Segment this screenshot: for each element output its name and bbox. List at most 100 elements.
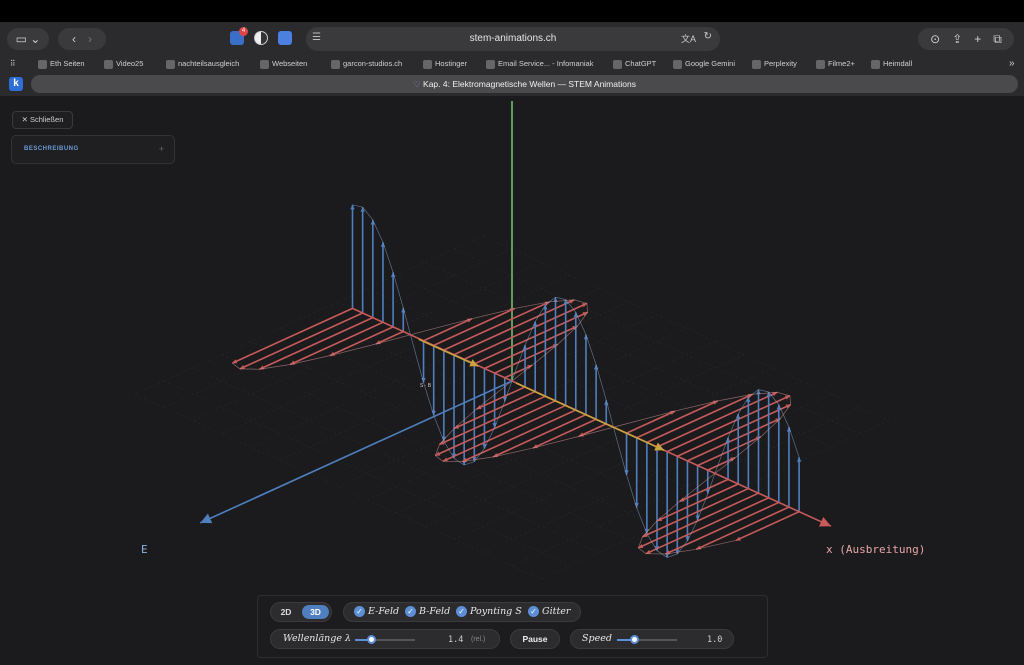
grid-line — [366, 288, 774, 474]
wavelength-slider-knob[interactable] — [366, 635, 376, 644]
bookmark-item[interactable]: Filme2+ — [816, 58, 855, 70]
url-text: stem-animations.ch — [469, 33, 557, 44]
e-field-arrow — [645, 497, 769, 555]
bookmark-item[interactable]: Video25 — [104, 58, 143, 70]
shield-extension-icon[interactable]: 4 — [230, 27, 248, 45]
bookmark-icon — [752, 59, 761, 69]
e-field-arrow — [239, 312, 363, 370]
bookmark-icon — [816, 59, 825, 69]
bookmark-item[interactable]: Webseiten — [260, 58, 307, 70]
field-legend-text: S · B — [420, 383, 432, 389]
sidebar-toggle-button[interactable]: ▭ ⌄ — [7, 28, 49, 50]
speed-control: Speed 1.0 — [570, 629, 734, 649]
bookmark-label: ChatGPT — [625, 59, 657, 68]
e-field-arrow — [642, 487, 749, 538]
view-2d-button[interactable]: 2D — [275, 605, 297, 619]
share-icon[interactable]: ⇪ — [952, 32, 962, 46]
right-toolbar: ⊙ ⇪ + ⧉ — [918, 28, 1014, 50]
download-icon[interactable]: ⊙ — [930, 32, 940, 46]
tabs-overview-icon[interactable]: ⧉ — [993, 32, 1002, 47]
e-field-arrow — [636, 400, 719, 439]
field-toggles: ✓ E-Feld ✓ B-Feld ✓ Poynting S ✓ Gitter — [343, 602, 581, 622]
active-tab[interactable]: ♡ Kap. 4: Elektromagnetische Wellen — ST… — [31, 75, 1018, 93]
toggle-b-field[interactable]: ✓ B-Feld — [405, 606, 450, 617]
wavelength-value: 1.4 — [448, 635, 464, 645]
browser-toolbar: ▭ ⌄ ‹ › 4 ☰ stem-animations.ch 文A ↻ ⊙ ⇪ … — [0, 22, 1024, 56]
bookmark-icon — [38, 59, 47, 69]
description-accordion[interactable]: BESCHREIBUNG + — [11, 135, 175, 164]
forward-icon[interactable]: › — [88, 32, 92, 46]
view-3d-button[interactable]: 3D — [302, 605, 329, 619]
toggle-grid[interactable]: ✓ Gitter — [528, 606, 570, 617]
toggle-e-field[interactable]: ✓ E-Feld — [354, 606, 399, 617]
bookmark-label: nachteilsausgleich — [178, 59, 240, 68]
new-tab-icon[interactable]: + — [974, 32, 981, 46]
bookmark-icon — [423, 59, 432, 69]
top-strip — [0, 0, 1024, 22]
e-axis-label: E — [141, 543, 148, 556]
bookmark-label: Filme2+ — [828, 59, 855, 68]
wavelength-unit: (rel.) — [471, 636, 486, 643]
address-bar[interactable]: ☰ stem-animations.ch 文A ↻ — [306, 27, 720, 51]
speed-slider-knob[interactable] — [630, 635, 639, 644]
bookmark-label: Perplexity — [764, 59, 797, 68]
tab-title: Kap. 4: Elektromagnetische Wellen — STEM… — [423, 79, 636, 89]
control-panel: 2D 3D ✓ E-Feld ✓ B-Feld ✓ Poynting S ✓ Gitte… — [257, 595, 768, 658]
bookmark-item[interactable]: Hostinger — [423, 58, 467, 70]
check-icon: ✓ — [456, 606, 467, 617]
e-field-arrow — [289, 321, 384, 366]
bookmark-icon — [613, 59, 622, 69]
grid-line — [192, 367, 600, 553]
back-icon[interactable]: ‹ — [72, 32, 76, 46]
nav-buttons: ‹ › — [58, 28, 106, 50]
e-field-arrow — [492, 413, 587, 458]
tab-favicon-icon: ♡ — [413, 79, 424, 89]
bookmark-item[interactable]: Email Service... - Infomaniak — [486, 58, 593, 70]
wave-3d-scene[interactable] — [0, 96, 1024, 665]
bookmark-item[interactable]: Eth Seiten — [38, 58, 85, 70]
wavelength-label: Wellenlänge λ — [283, 633, 351, 644]
sidebar-icon: ▭ ⌄ — [15, 32, 41, 46]
bookmark-icon — [871, 59, 880, 69]
animation-stage: ✕ Schließen BESCHREIBUNG + E x (Ausbreit… — [0, 96, 1024, 665]
toggle-poynting[interactable]: ✓ Poynting S — [456, 606, 522, 617]
apps-grid-icon[interactable]: ⠿ — [10, 58, 16, 70]
k-app-icon[interactable]: k — [9, 77, 23, 91]
e-field-arrow — [439, 395, 546, 446]
wavelength-control: Wellenlänge λ 1.4 (rel.) — [270, 629, 500, 649]
contrast-extension-icon[interactable] — [254, 31, 268, 45]
bookmark-item[interactable]: nachteilsausgleich — [166, 58, 239, 70]
bookmark-icon — [260, 59, 269, 69]
bookmark-label: Hostinger — [435, 59, 468, 68]
bookmark-icon — [331, 59, 340, 69]
bookmark-item[interactable]: garcon-studios.ch — [331, 58, 402, 70]
more-bookmarks-icon[interactable]: » — [1009, 58, 1015, 70]
reload-icon[interactable]: ↻ — [704, 31, 712, 42]
shield-badge: 4 — [239, 27, 248, 36]
bookmark-item[interactable]: Google Gemini — [673, 58, 735, 70]
poynting-arrow — [515, 382, 665, 452]
check-icon: ✓ — [405, 606, 416, 617]
e-field-arrow — [695, 506, 790, 551]
e-field-arrow — [433, 307, 516, 347]
bookmarks-bar: ⠿ Eth Seiten Video25 nachteilsausgleich Web… — [0, 56, 1024, 72]
description-label: BESCHREIBUNG — [24, 146, 79, 152]
bookmark-item[interactable]: ChatGPT — [613, 58, 656, 70]
bookmark-label: Email Service... - Infomaniak — [498, 59, 594, 68]
check-icon: ✓ — [354, 606, 365, 617]
close-button[interactable]: ✕ Schließen — [12, 111, 73, 129]
translate-icon[interactable]: 文A — [681, 32, 696, 45]
bookmark-item[interactable]: Perplexity — [752, 58, 797, 70]
screen-extension-icon[interactable] — [278, 31, 292, 45]
bookmark-label: Video25 — [116, 59, 144, 68]
speed-value: 1.0 — [707, 635, 723, 645]
bookmark-label: garcon-studios.ch — [343, 59, 403, 68]
expand-icon: + — [158, 144, 164, 154]
e-field-arrow — [442, 404, 566, 463]
pause-button[interactable]: Pause — [510, 629, 560, 649]
bookmark-label: Webseiten — [272, 59, 308, 68]
bookmark-icon — [673, 59, 682, 69]
check-icon: ✓ — [528, 606, 539, 617]
bookmark-item[interactable]: Heimdall — [871, 58, 912, 70]
bookmark-icon — [166, 59, 175, 69]
